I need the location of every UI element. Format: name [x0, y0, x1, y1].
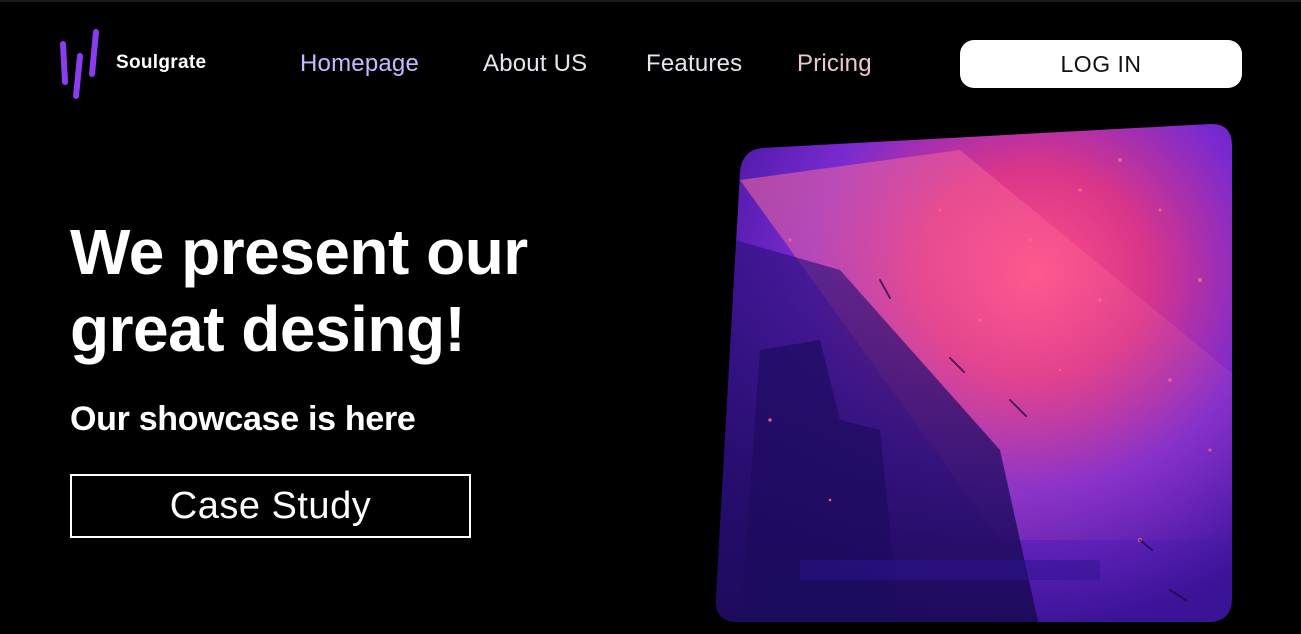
brand-name[interactable]: Soulgrate	[116, 52, 206, 74]
nav-homepage[interactable]: Homepage	[300, 50, 419, 78]
hero-title: We present our great desing!	[70, 216, 528, 365]
landing-page: Soulgrate Homepage About US Features Pri…	[0, 0, 1301, 634]
three-bars-logo-icon[interactable]	[58, 26, 102, 102]
hero-subtitle: Our showcase is here	[70, 400, 416, 438]
nav-features[interactable]: Features	[646, 50, 742, 78]
nav-pricing[interactable]: Pricing	[797, 50, 872, 78]
nav-about-us[interactable]: About US	[483, 50, 587, 78]
login-button[interactable]: LOG IN	[960, 40, 1242, 88]
case-study-button[interactable]: Case Study	[70, 474, 471, 538]
abstract-purple-pink-image	[715, 123, 1233, 622]
